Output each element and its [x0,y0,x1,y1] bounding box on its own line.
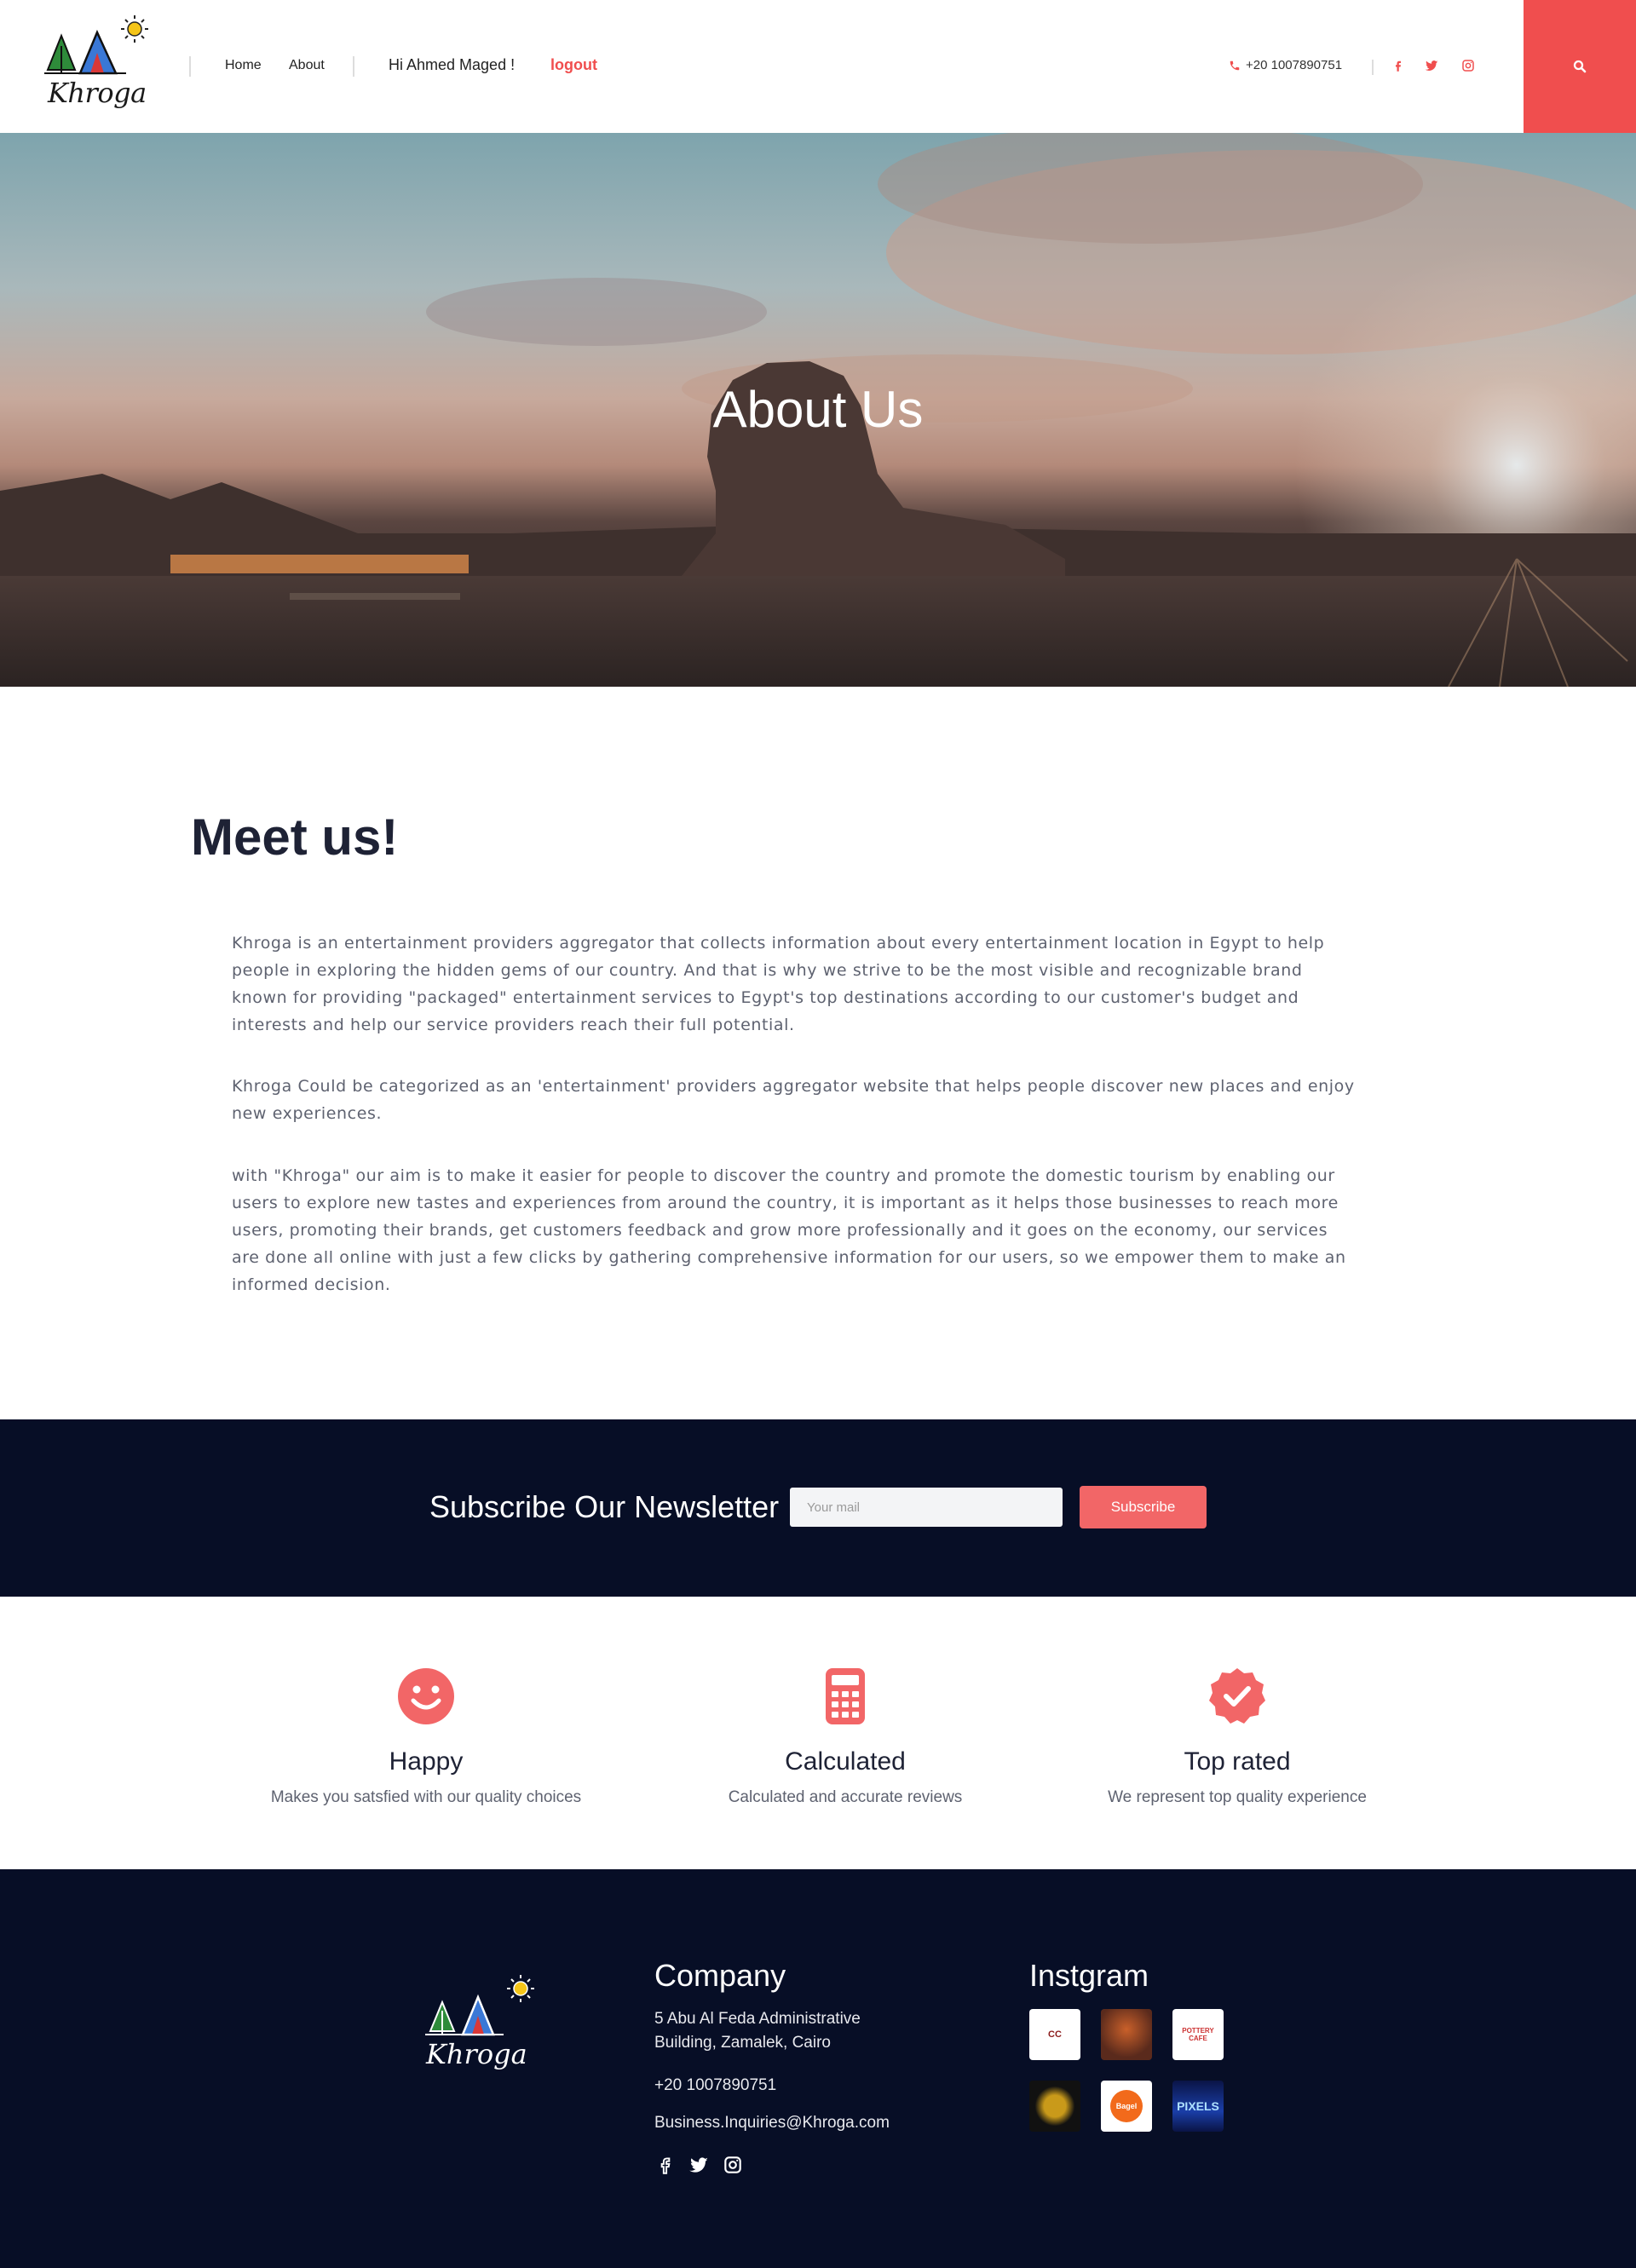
calculator-icon [826,1668,865,1724]
instagram-post-thumbnail[interactable]: Bagel [1101,2081,1152,2132]
header-phone[interactable]: +20 1007890751 [1229,58,1342,72]
search-icon [1573,60,1587,73]
footer-brand-name: Khroga [426,2038,527,2070]
header-divider [353,56,354,77]
facebook-icon[interactable] [1391,58,1406,73]
logo-tents-icon [425,1975,534,2036]
smiley-icon [398,1668,454,1724]
twitter-icon[interactable] [688,2154,710,2176]
instagram-icon[interactable] [722,2154,744,2176]
feature-desc: We represent top quality experience [1108,1788,1367,1806]
newsletter-section: Subscribe Our Newsletter Subscribe [0,1419,1636,1597]
header-phone-text: +20 1007890751 [1246,58,1343,72]
instagram-icon[interactable] [1460,58,1476,73]
instagram-post-thumbnail[interactable] [1029,2081,1080,2132]
site-header: Khroga Home About Hi Ahmed Maged ! logou… [0,0,1636,133]
feature-desc: Calculated and accurate reviews [728,1788,963,1806]
instagram-tile-label: POTTERY CAFE [1182,2027,1214,2042]
twitter-icon[interactable] [1424,58,1439,73]
site-footer: Khroga Company 5 Abu Al Feda Administrat… [0,1869,1636,2268]
feature-title: Happy [389,1747,464,1776]
feature-top-rated: Top rated We represent top quality exper… [1050,1666,1425,1807]
hero-title: About Us [712,381,924,438]
instagram-post-thumbnail[interactable]: PIXELS [1172,2081,1224,2132]
feature-title: Calculated [785,1747,906,1776]
newsletter-title: Subscribe Our Newsletter [429,1489,780,1524]
instagram-tile-label: Bagel [1110,2090,1143,2122]
feature-title: Top rated [1184,1747,1291,1776]
hero-banner: About Us [0,133,1636,687]
header-divider [189,56,191,77]
instagram-post-thumbnail[interactable]: CC [1029,2009,1080,2060]
about-paragraph-2: Khroga Could be categorized as an 'enter… [232,1077,1355,1123]
feature-desc: Makes you satsfied with our quality choi… [270,1788,582,1806]
about-paragraph-1: Khroga is an entertainment providers agg… [232,934,1325,1034]
logout-link[interactable]: logout [550,56,597,74]
instagram-tile-label: CC [1048,2029,1062,2040]
nav-home-link[interactable]: Home [225,58,262,73]
instagram-post-thumbnail[interactable] [1101,2009,1152,2060]
newsletter-email-input[interactable] [790,1488,1063,1527]
feature-calculated: Calculated Calculated and accurate revie… [658,1666,1033,1807]
brand-name: Khroga [48,77,147,109]
feature-happy: Happy Makes you satsfied with our qualit… [239,1666,614,1807]
meet-us-heading: Meet us! [191,809,399,866]
search-button[interactable] [1524,0,1636,133]
footer-address: 5 Abu Al Feda Administrative Building, Z… [654,2010,861,2052]
about-paragraph-3: with "Khroga" our aim is to make it easi… [232,1166,1346,1294]
instagram-post-thumbnail[interactable]: POTTERY CAFE [1172,2009,1224,2060]
facebook-icon[interactable] [654,2154,677,2176]
footer-instagram-title: Instgram [1029,1958,1149,1993]
user-greeting: Hi Ahmed Maged ! [389,56,516,73]
subscribe-button[interactable]: Subscribe [1080,1486,1207,1528]
brand-logo[interactable]: Khroga [44,12,155,114]
phone-icon [1230,60,1240,70]
footer-company-title: Company [654,1958,786,1993]
footer-email[interactable]: Business.Inquiries@Khroga.com [654,2111,890,2135]
verified-badge-icon [1209,1668,1265,1724]
footer-phone[interactable]: +20 1007890751 [654,2074,776,2098]
instagram-tile-label: PIXELS [1177,2099,1219,2113]
footer-brand-logo[interactable]: Khroga [421,1972,540,2082]
nav-about-link[interactable]: About [289,58,325,73]
header-divider [1372,60,1374,75]
